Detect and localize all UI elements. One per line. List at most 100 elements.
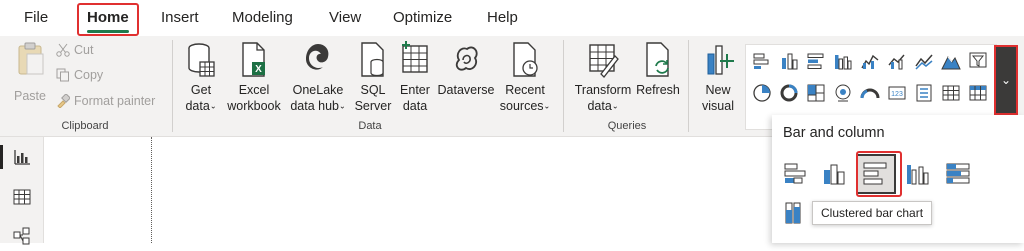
- copy-button[interactable]: Copy: [56, 68, 103, 82]
- database-icon: [188, 43, 215, 77]
- 100-stacked-column-chart-icon[interactable]: [885, 49, 909, 73]
- refresh-label: Refresh: [636, 83, 680, 97]
- menu-insert[interactable]: Insert: [161, 9, 199, 26]
- chevron-down-icon: ⌄: [543, 101, 551, 111]
- sql-server-icon: [361, 42, 384, 77]
- menu-optimize[interactable]: Optimize: [393, 9, 452, 26]
- svg-text:X: X: [255, 64, 262, 75]
- excel-label-1: Excel: [238, 83, 270, 97]
- onelake-data-hub-button[interactable]: OneLake data hub⌄: [286, 40, 350, 115]
- excel-icon: X: [242, 42, 265, 77]
- cut-button[interactable]: Cut: [56, 43, 93, 57]
- treemap-icon[interactable]: [804, 81, 828, 105]
- refresh-button[interactable]: Refresh: [635, 40, 681, 98]
- highlight-box-clustered-bar: [856, 151, 902, 197]
- excel-label-2: workbook: [227, 99, 281, 113]
- svg-text:123: 123: [891, 91, 903, 98]
- sql-label-2: Server: [354, 99, 392, 113]
- enter-label-2: data: [402, 99, 428, 113]
- map-icon[interactable]: [831, 81, 855, 105]
- brush-icon: [57, 94, 70, 108]
- onelake-label-1: OneLake: [292, 83, 344, 97]
- donut-chart-icon[interactable]: [777, 81, 801, 105]
- new-visual-label-2: visual: [702, 99, 734, 113]
- recent-sources-button[interactable]: Recent sources⌄: [498, 40, 552, 115]
- stacked-column-chart-icon[interactable]: [777, 49, 801, 73]
- format-painter-label: Format painter: [74, 94, 156, 108]
- stacked-column-chart-icon[interactable]: [818, 158, 850, 190]
- tooltip: Clustered bar chart: [812, 201, 933, 225]
- format-painter-button[interactable]: Format painter: [56, 94, 155, 108]
- recent-label-2: sources: [499, 99, 544, 113]
- menu-help[interactable]: Help: [487, 9, 518, 26]
- onelake-icon: [306, 44, 329, 70]
- report-view-icon[interactable]: [12, 147, 32, 167]
- enter-data-table-icon: [402, 41, 428, 73]
- multi-row-card-icon[interactable]: [912, 81, 936, 105]
- copy-icon: [56, 68, 69, 82]
- excel-workbook-button[interactable]: X Excel workbook: [224, 40, 284, 114]
- sql-server-button[interactable]: SQL Server: [352, 40, 394, 114]
- sql-label-1: SQL: [360, 83, 386, 97]
- gauge-icon[interactable]: [858, 81, 882, 105]
- clustered-column-chart-icon[interactable]: [902, 158, 934, 190]
- scissors-icon: [56, 43, 70, 57]
- chevron-down-icon: ⌄: [338, 101, 346, 111]
- new-visual-button[interactable]: New visual: [697, 40, 739, 114]
- chevron-down-icon: ⌄: [1000, 73, 1012, 87]
- 100-stacked-bar-chart-icon[interactable]: [858, 49, 882, 73]
- nav-active-indicator: [0, 145, 3, 169]
- recent-label-1: Recent: [505, 83, 545, 97]
- data-group-label: Data: [358, 120, 382, 132]
- menu-view[interactable]: View: [329, 9, 361, 26]
- clustered-bar-chart-icon[interactable]: [804, 49, 828, 73]
- card-icon[interactable]: 123: [885, 81, 909, 105]
- line-chart-icon[interactable]: [912, 49, 936, 73]
- ribbon-separator: [688, 40, 689, 132]
- paste-icon: [18, 42, 44, 75]
- enter-label-1: Enter: [400, 83, 430, 97]
- chevron-down-icon: ⌄: [209, 101, 217, 111]
- get-data-button[interactable]: Get data⌄: [181, 40, 221, 115]
- highlight-box-home: [77, 3, 139, 36]
- area-chart-icon[interactable]: [939, 49, 963, 73]
- get-data-label-2: data: [185, 99, 210, 113]
- cut-label: Cut: [74, 43, 94, 57]
- refresh-icon: [646, 42, 669, 77]
- matrix-icon[interactable]: [966, 81, 990, 105]
- stacked-bar-chart-icon[interactable]: [780, 158, 812, 190]
- ribbon-separator: [172, 40, 173, 132]
- dataverse-icon: [455, 46, 478, 71]
- menu-bar: File Home Insert Modeling View Optimize …: [0, 0, 1024, 36]
- chevron-down-icon: ⌄: [611, 101, 619, 111]
- ribbon-separator: [563, 40, 564, 132]
- dataverse-label: Dataverse: [437, 83, 495, 97]
- flyout-title: Bar and column: [783, 125, 885, 141]
- paste-label: Paste: [14, 89, 46, 103]
- dataverse-button[interactable]: Dataverse: [436, 40, 496, 98]
- new-visual-icon: [707, 45, 734, 75]
- copy-label: Copy: [74, 68, 104, 82]
- clustered-column-chart-icon[interactable]: [831, 49, 855, 73]
- canvas-boundary: [151, 137, 152, 243]
- 100-stacked-column-chart-icon[interactable]: [780, 197, 812, 229]
- table-view-icon[interactable]: [12, 187, 32, 207]
- paste-button[interactable]: Paste: [12, 40, 48, 104]
- table-icon[interactable]: [939, 81, 963, 105]
- pie-chart-icon[interactable]: [750, 81, 774, 105]
- expand-gallery-button[interactable]: ⌄: [994, 45, 1018, 115]
- enter-data-button[interactable]: Enter data: [396, 40, 434, 114]
- menu-modeling[interactable]: Modeling: [232, 9, 293, 26]
- model-view-icon[interactable]: [12, 226, 32, 246]
- clipboard-group-label: Clipboard: [61, 120, 109, 132]
- transform-data-icon: [589, 44, 619, 78]
- onelake-label-2: data hub: [290, 99, 339, 113]
- get-data-label-1: Get: [190, 83, 212, 97]
- 100-stacked-bar-chart-icon[interactable]: [942, 158, 974, 190]
- transform-data-button[interactable]: Transform data⌄: [572, 40, 634, 115]
- transform-label-2: data: [587, 99, 612, 113]
- menu-file[interactable]: File: [24, 9, 48, 26]
- funnel-filter-icon[interactable]: [966, 49, 990, 73]
- stacked-bar-chart-icon[interactable]: [750, 49, 774, 73]
- queries-group-label: Queries: [607, 120, 647, 132]
